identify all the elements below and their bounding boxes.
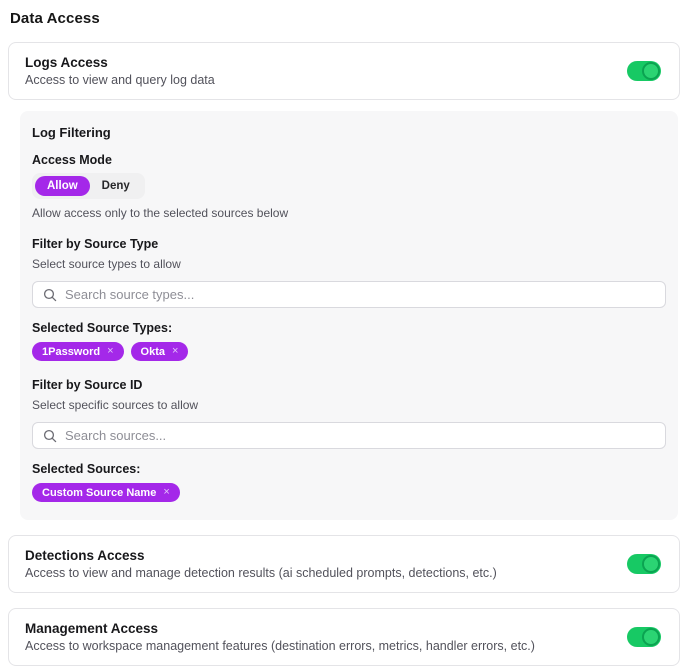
- management-access-title: Management Access: [25, 621, 535, 636]
- source-id-search-input[interactable]: [65, 428, 655, 443]
- logs-access-card: Logs Access Access to view and query log…: [8, 42, 680, 100]
- logs-access-description: Access to view and query log data: [25, 73, 215, 87]
- source-id-label: Filter by Source ID: [32, 378, 666, 392]
- management-access-texts: Management Access Access to workspace ma…: [23, 621, 535, 653]
- access-mode-deny-button[interactable]: Deny: [90, 176, 142, 196]
- logs-access-toggle[interactable]: [627, 61, 661, 81]
- selected-source-types-chips: 1Password × Okta ×: [32, 342, 666, 361]
- source-type-label: Filter by Source Type: [32, 237, 666, 251]
- search-icon: [43, 288, 57, 302]
- toggle-knob: [642, 628, 660, 646]
- source-id-section: Filter by Source ID Select specific sour…: [32, 378, 666, 502]
- page-title: Data Access: [10, 10, 680, 27]
- access-mode-label: Access Mode: [32, 153, 666, 167]
- detections-access-card: Detections Access Access to view and man…: [8, 535, 680, 593]
- chip-remove-icon[interactable]: ×: [107, 346, 113, 357]
- access-mode-allow-button[interactable]: Allow: [35, 176, 90, 196]
- access-mode-segmented-control: Allow Deny: [32, 173, 145, 199]
- source-type-search-input[interactable]: [65, 287, 655, 302]
- detections-access-title: Detections Access: [25, 548, 497, 563]
- chip-remove-icon[interactable]: ×: [163, 487, 169, 498]
- toggle-knob: [642, 555, 660, 573]
- selected-sources-chips: Custom Source Name ×: [32, 483, 666, 502]
- detections-access-texts: Detections Access Access to view and man…: [23, 548, 497, 580]
- chip-label: 1Password: [42, 346, 100, 358]
- selected-sources-label: Selected Sources:: [32, 462, 666, 476]
- chip-1password[interactable]: 1Password ×: [32, 342, 124, 361]
- management-access-card: Management Access Access to workspace ma…: [8, 608, 680, 666]
- source-type-caption: Select source types to allow: [32, 257, 666, 271]
- log-filtering-panel: Log Filtering Access Mode Allow Deny All…: [20, 111, 678, 520]
- chip-remove-icon[interactable]: ×: [172, 346, 178, 357]
- detections-access-description: Access to view and manage detection resu…: [25, 566, 497, 580]
- source-type-section: Filter by Source Type Select source type…: [32, 237, 666, 361]
- management-access-description: Access to workspace management features …: [25, 639, 535, 653]
- access-mode-caption: Allow access only to the selected source…: [32, 206, 666, 220]
- detections-access-toggle[interactable]: [627, 554, 661, 574]
- log-filtering-title: Log Filtering: [32, 125, 666, 140]
- source-id-search-box[interactable]: [32, 422, 666, 449]
- management-access-toggle[interactable]: [627, 627, 661, 647]
- chip-label: Custom Source Name: [42, 487, 156, 499]
- data-access-page: Data Access Logs Access Access to view a…: [0, 0, 688, 666]
- logs-access-title: Logs Access: [25, 55, 215, 70]
- selected-source-types-label: Selected Source Types:: [32, 321, 666, 335]
- chip-okta[interactable]: Okta ×: [131, 342, 189, 361]
- source-type-search-box[interactable]: [32, 281, 666, 308]
- toggle-knob: [642, 62, 660, 80]
- logs-access-texts: Logs Access Access to view and query log…: [23, 55, 215, 87]
- chip-custom-source-name[interactable]: Custom Source Name ×: [32, 483, 180, 502]
- source-id-caption: Select specific sources to allow: [32, 398, 666, 412]
- chip-label: Okta: [141, 346, 165, 358]
- search-icon: [43, 429, 57, 443]
